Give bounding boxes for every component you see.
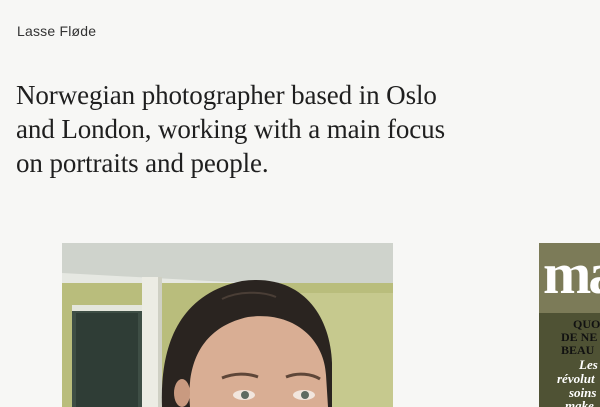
magazine-masthead: ma — [543, 243, 600, 306]
portrait-photo[interactable] — [62, 243, 393, 407]
intro-line: on portraits and people. — [16, 148, 269, 178]
site-name-link[interactable]: Lasse Fløde — [17, 23, 96, 39]
magazine-cover-line: make — [565, 398, 594, 407]
intro-line: and London, working with a main focus — [16, 114, 445, 144]
magazine-cover-line: BEAU — [561, 343, 595, 357]
magazine-cover-photo[interactable]: ma QUO DE NE BEAU Les révolut soins make — [539, 243, 600, 407]
intro-line: Norwegian photographer based in Oslo — [16, 80, 437, 110]
portrait-illustration — [62, 243, 393, 407]
intro-heading: Norwegian photographer based in Oslo and… — [16, 78, 486, 180]
